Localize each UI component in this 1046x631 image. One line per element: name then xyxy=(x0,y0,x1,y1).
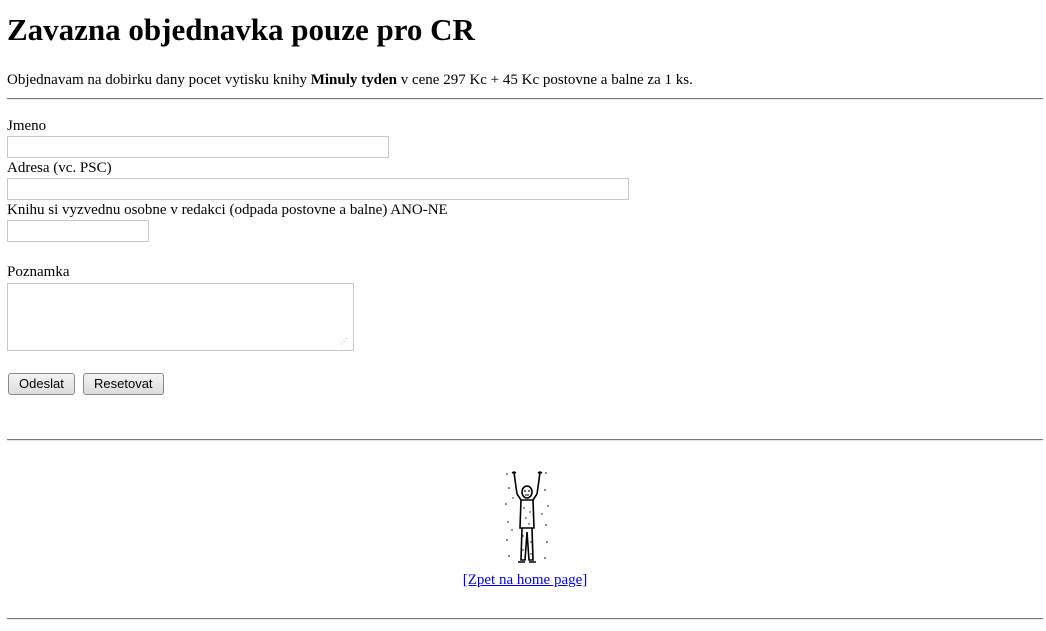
intro-before: Objednavam na dobirku dany pocet vytisku… xyxy=(7,72,311,88)
intro-after: v cene 297 Kc + 45 Kc postovne a balne z… xyxy=(396,72,693,88)
note-label: Poznamka xyxy=(7,264,70,280)
intro-text: Objednavam na dobirku dany pocet vytisku… xyxy=(7,71,693,89)
resize-grip-icon[interactable]: ⋰ xyxy=(340,337,350,347)
standing-figure-clipart-icon xyxy=(505,471,549,563)
bottom-divider xyxy=(7,618,1043,620)
note-textarea[interactable] xyxy=(7,283,354,351)
middle-divider xyxy=(7,439,1043,441)
reset-button[interactable]: Resetovat xyxy=(83,373,164,395)
pickup-label: Knihu si vyzvednu osobne v redakci (odpa… xyxy=(7,202,448,218)
name-label: Jmeno xyxy=(7,118,47,134)
book-title: Minuly tyden xyxy=(310,72,397,88)
submit-button[interactable]: Odeslat xyxy=(8,373,75,395)
home-link[interactable]: [Zpet na home page] xyxy=(463,572,588,588)
pickup-input[interactable] xyxy=(7,220,149,242)
page-title: Zavazna objednavka pouze pro CR xyxy=(7,12,475,47)
address-input[interactable] xyxy=(7,178,629,200)
address-label: Adresa (vc. PSC) xyxy=(7,160,112,176)
home-link-container: [Zpet na home page] xyxy=(7,571,1043,589)
top-divider xyxy=(7,98,1043,100)
name-input[interactable] xyxy=(7,136,389,158)
